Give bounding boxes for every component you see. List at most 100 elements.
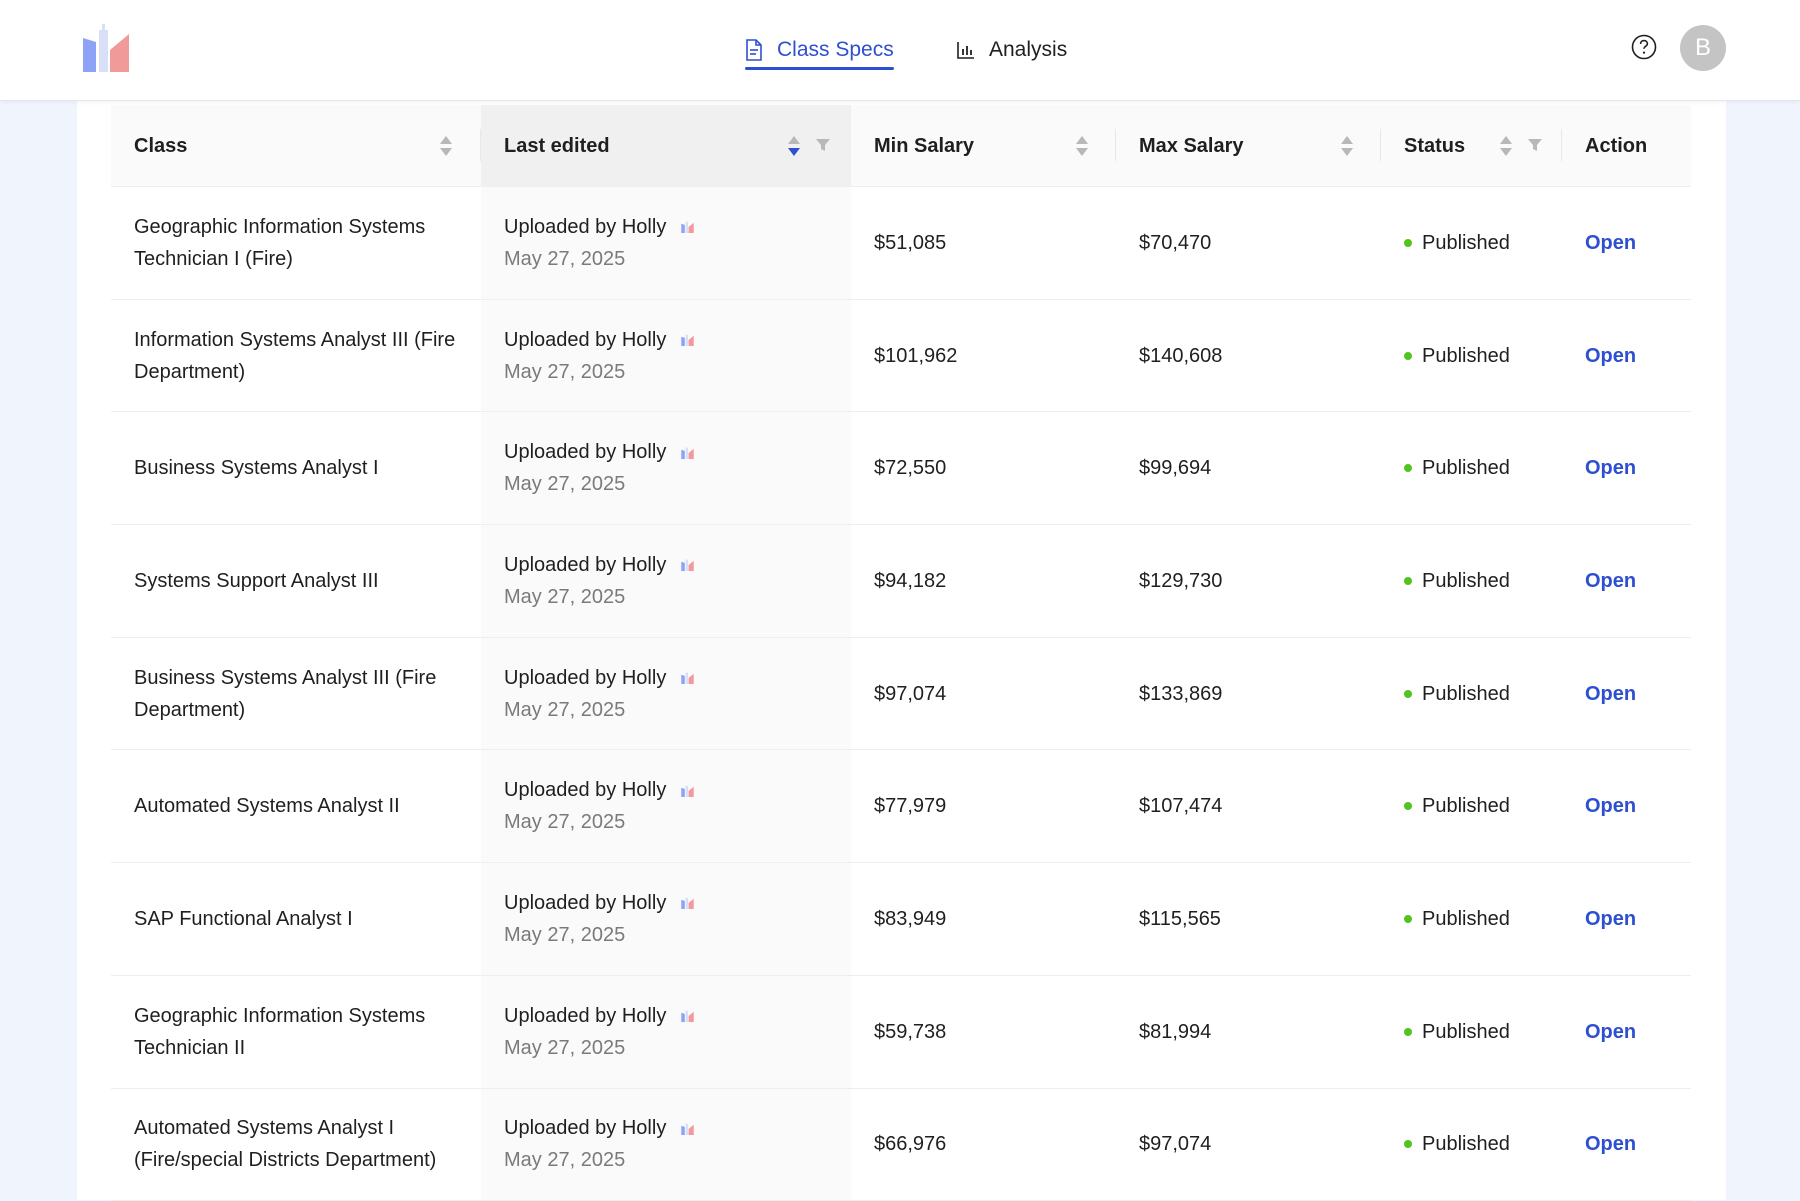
status-dot-icon bbox=[1404, 352, 1412, 360]
open-link[interactable]: Open bbox=[1585, 1016, 1691, 1048]
edited-date: May 27, 2025 bbox=[504, 806, 851, 838]
tab-analysis-label: Analysis bbox=[989, 38, 1067, 62]
status-badge: Published bbox=[1422, 1128, 1510, 1160]
table-row[interactable]: Geographic Information Systems Technicia… bbox=[111, 976, 1691, 1089]
app-logo-icon bbox=[681, 558, 694, 571]
class-specs-table: Class Last edited Min Salary bbox=[111, 105, 1691, 1201]
table-row[interactable]: Business Systems Analyst III (Fire Depar… bbox=[111, 638, 1691, 751]
class-name: SAP Functional Analyst I bbox=[134, 903, 461, 935]
class-cell: Business Systems Analyst I bbox=[111, 412, 481, 524]
column-header-max-salary[interactable]: Max Salary bbox=[1116, 105, 1381, 187]
help-icon[interactable] bbox=[1631, 34, 1657, 60]
max-salary: $97,074 bbox=[1139, 1128, 1381, 1160]
open-link[interactable]: Open bbox=[1585, 790, 1691, 822]
min-salary: $77,979 bbox=[874, 790, 1116, 822]
avatar[interactable]: B bbox=[1680, 25, 1726, 71]
table-row[interactable]: SAP Functional Analyst I Uploaded by Hol… bbox=[111, 863, 1691, 976]
max-salary-cell: $99,694 bbox=[1116, 412, 1381, 524]
status-dot-icon bbox=[1404, 1028, 1412, 1036]
status-dot-icon bbox=[1404, 239, 1412, 247]
app-logo-icon bbox=[681, 1009, 694, 1022]
column-header-last-edited[interactable]: Last edited bbox=[481, 105, 851, 187]
app-logo-icon bbox=[681, 220, 694, 233]
action-cell: Open bbox=[1562, 638, 1691, 750]
edited-date: May 27, 2025 bbox=[504, 1032, 851, 1064]
min-salary-cell: $77,979 bbox=[851, 750, 1116, 862]
class-name: Geographic Information Systems Technicia… bbox=[134, 1000, 461, 1064]
table-row[interactable]: Systems Support Analyst III Uploaded by … bbox=[111, 525, 1691, 638]
sort-icon[interactable] bbox=[1340, 134, 1354, 158]
status-badge: Published bbox=[1422, 790, 1510, 822]
class-name: Business Systems Analyst III (Fire Depar… bbox=[134, 662, 461, 726]
edited-date: May 27, 2025 bbox=[504, 468, 851, 500]
last-edited-cell: Uploaded by Holly May 27, 2025 bbox=[481, 863, 851, 975]
status-cell: Published bbox=[1381, 863, 1562, 975]
tab-class-specs-label: Class Specs bbox=[777, 38, 894, 62]
column-header-class[interactable]: Class bbox=[111, 105, 481, 187]
filter-icon[interactable] bbox=[1527, 137, 1543, 153]
uploaded-by: Uploaded by Holly bbox=[504, 662, 666, 694]
open-link[interactable]: Open bbox=[1585, 452, 1691, 484]
column-header-status[interactable]: Status bbox=[1381, 105, 1562, 187]
action-cell: Open bbox=[1562, 863, 1691, 975]
action-cell: Open bbox=[1562, 187, 1691, 299]
status-cell: Published bbox=[1381, 638, 1562, 750]
max-salary-cell: $115,565 bbox=[1116, 863, 1381, 975]
open-link[interactable]: Open bbox=[1585, 678, 1691, 710]
sort-icon[interactable] bbox=[1075, 134, 1089, 158]
table-row[interactable]: Business Systems Analyst I Uploaded by H… bbox=[111, 412, 1691, 525]
uploaded-by: Uploaded by Holly bbox=[504, 1000, 666, 1032]
app-logo-icon[interactable] bbox=[82, 24, 130, 72]
last-edited-cell: Uploaded by Holly May 27, 2025 bbox=[481, 525, 851, 637]
open-link[interactable]: Open bbox=[1585, 340, 1691, 372]
sort-icon[interactable] bbox=[439, 134, 453, 158]
min-salary-cell: $72,550 bbox=[851, 412, 1116, 524]
max-salary-cell: $129,730 bbox=[1116, 525, 1381, 637]
filter-icon[interactable] bbox=[815, 137, 831, 153]
max-salary-cell: $107,474 bbox=[1116, 750, 1381, 862]
open-link[interactable]: Open bbox=[1585, 565, 1691, 597]
sort-icon[interactable] bbox=[1499, 134, 1513, 158]
column-header-min-salary[interactable]: Min Salary bbox=[851, 105, 1116, 187]
status-cell: Published bbox=[1381, 976, 1562, 1088]
max-salary: $99,694 bbox=[1139, 452, 1381, 484]
table-row[interactable]: Automated Systems Analyst I (Fire/specia… bbox=[111, 1089, 1691, 1201]
min-salary: $66,976 bbox=[874, 1128, 1116, 1160]
app-logo-icon bbox=[681, 446, 694, 459]
uploaded-by: Uploaded by Holly bbox=[504, 549, 666, 581]
status-dot-icon bbox=[1404, 464, 1412, 472]
tab-analysis[interactable]: Analysis bbox=[957, 32, 1067, 68]
status-badge: Published bbox=[1422, 903, 1510, 935]
table-row[interactable]: Automated Systems Analyst II Uploaded by… bbox=[111, 750, 1691, 863]
open-link[interactable]: Open bbox=[1585, 903, 1691, 935]
action-cell: Open bbox=[1562, 412, 1691, 524]
class-cell: Information Systems Analyst III (Fire De… bbox=[111, 300, 481, 412]
tab-class-specs[interactable]: Class Specs bbox=[745, 32, 894, 68]
min-salary-cell: $66,976 bbox=[851, 1089, 1116, 1201]
app-logo-icon bbox=[681, 896, 694, 909]
uploaded-by: Uploaded by Holly bbox=[504, 774, 666, 806]
status-badge: Published bbox=[1422, 678, 1510, 710]
status-badge: Published bbox=[1422, 1016, 1510, 1048]
min-salary-cell: $101,962 bbox=[851, 300, 1116, 412]
status-badge: Published bbox=[1422, 452, 1510, 484]
class-cell: Automated Systems Analyst II bbox=[111, 750, 481, 862]
status-cell: Published bbox=[1381, 525, 1562, 637]
action-cell: Open bbox=[1562, 1089, 1691, 1201]
open-link[interactable]: Open bbox=[1585, 227, 1691, 259]
max-salary-cell: $70,470 bbox=[1116, 187, 1381, 299]
min-salary: $94,182 bbox=[874, 565, 1116, 597]
document-icon bbox=[745, 39, 763, 61]
app-logo-icon bbox=[681, 671, 694, 684]
sort-descending-icon[interactable] bbox=[787, 134, 801, 158]
status-cell: Published bbox=[1381, 1089, 1562, 1201]
table-row[interactable]: Information Systems Analyst III (Fire De… bbox=[111, 300, 1691, 413]
class-cell: Systems Support Analyst III bbox=[111, 525, 481, 637]
min-salary-cell: $94,182 bbox=[851, 525, 1116, 637]
avatar-initial: B bbox=[1695, 34, 1711, 62]
app-logo-icon bbox=[681, 1122, 694, 1135]
min-salary: $101,962 bbox=[874, 340, 1116, 372]
open-link[interactable]: Open bbox=[1585, 1128, 1691, 1160]
table-row[interactable]: Geographic Information Systems Technicia… bbox=[111, 187, 1691, 300]
max-salary: $140,608 bbox=[1139, 340, 1381, 372]
